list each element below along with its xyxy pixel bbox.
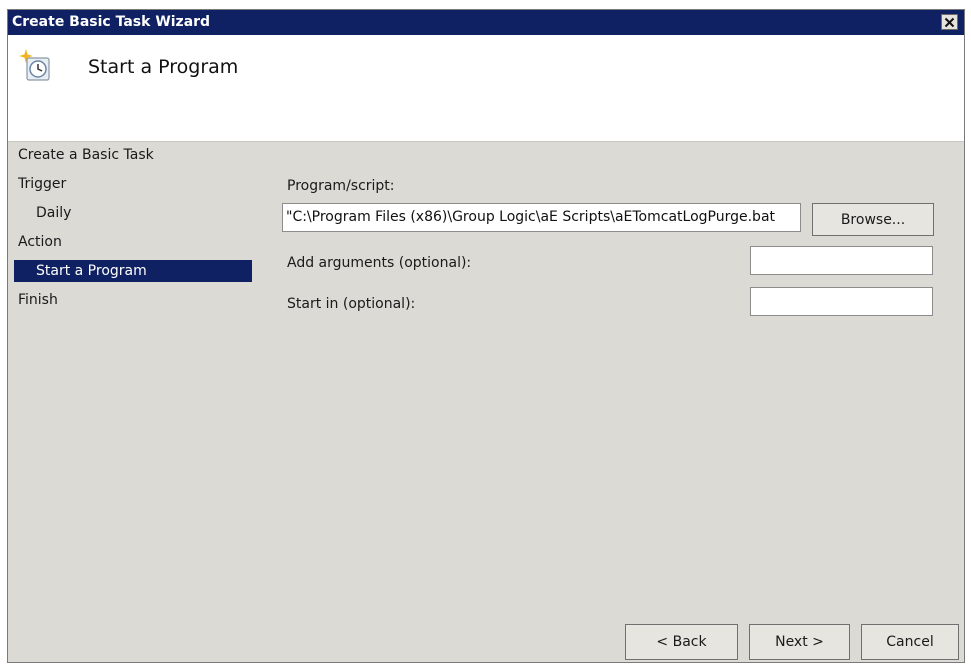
program-script-input[interactable]: "C:\Program Files (x86)\Group Logic\aE S…: [282, 203, 801, 232]
wizard-header: Start a Program: [8, 35, 964, 142]
nav-item-trigger[interactable]: Trigger: [18, 173, 66, 195]
title-bar: Create Basic Task Wizard: [8, 10, 964, 35]
nav-item-daily[interactable]: Daily: [36, 202, 71, 224]
nav-item-finish[interactable]: Finish: [18, 289, 58, 311]
add-arguments-input[interactable]: [750, 246, 933, 275]
nav-item-create-basic-task[interactable]: Create a Basic Task: [18, 144, 154, 166]
start-in-label: Start in (optional):: [287, 296, 416, 312]
cancel-button[interactable]: Cancel: [861, 624, 959, 660]
add-arguments-label: Add arguments (optional):: [287, 255, 472, 271]
nav-item-action[interactable]: Action: [18, 231, 62, 253]
wizard-steps-nav: Create a Basic Task Trigger Daily Action…: [8, 141, 268, 662]
window-title: Create Basic Task Wizard: [12, 14, 211, 30]
page-title: Start a Program: [88, 56, 239, 78]
close-button[interactable]: [941, 14, 958, 30]
close-icon: [944, 17, 955, 27]
start-in-input[interactable]: [750, 287, 933, 316]
browse-button[interactable]: Browse...: [812, 203, 934, 236]
back-button[interactable]: < Back: [625, 624, 738, 660]
program-script-label: Program/script:: [287, 178, 395, 194]
next-button[interactable]: Next >: [749, 624, 850, 660]
wizard-window: Create Basic Task Wizard Start a Program…: [7, 9, 965, 663]
nav-item-start-a-program[interactable]: Start a Program: [14, 260, 252, 282]
task-scheduler-clock-icon: [19, 49, 50, 81]
